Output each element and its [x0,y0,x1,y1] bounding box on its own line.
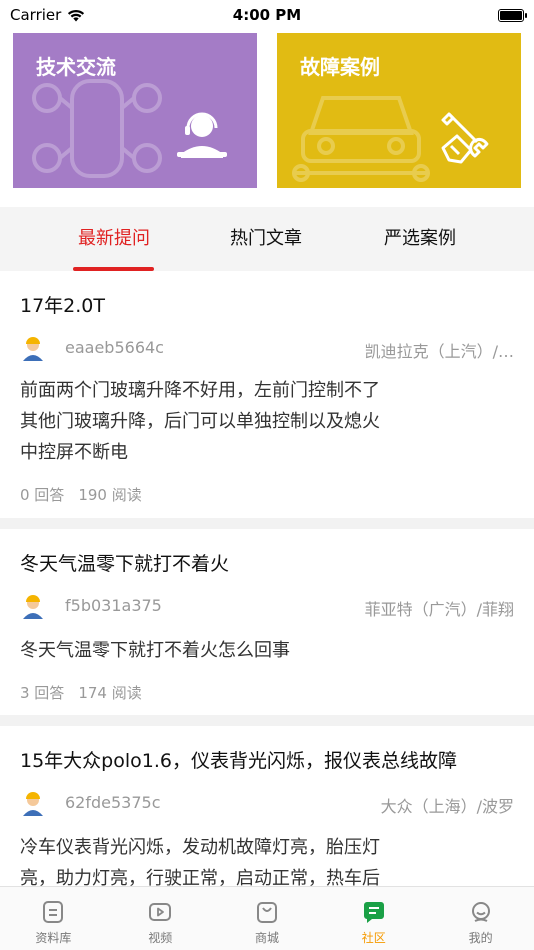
carrier-label: Carrier [10,6,62,24]
post-body-line: 中控屏不断电 [20,442,128,463]
tabbar-label: 商城 [254,931,279,945]
car-model: 菲亚特（广汽）/菲翔 [364,600,514,619]
tabbar-item-library[interactable]: 资料库 [0,887,107,950]
battery-icon [498,8,527,22]
status-left: Carrier [10,6,85,24]
post-body-line: 其他门玻璃升降，后门可以单独控制以及熄火 [20,411,380,432]
post-title: 冬天气温零下就打不着火 [20,553,230,575]
answer-count: 0 回答 [20,486,65,504]
card-title: 故障案例 [300,55,380,79]
post-body: 冬天气温零下就打不着火怎么回事 [20,635,440,666]
avatar [23,792,43,816]
tabbar-label: 视频 [148,931,173,945]
list-item[interactable]: 17年2.0T eaaeb5664c 凯迪拉克（上汽）/… 前面两个门玻璃升降不… [0,271,534,518]
video-icon [149,903,172,921]
card-title: 技术交流 [36,55,116,79]
post-body-line: 冬天气温零下就打不着火怎么回事 [20,640,290,661]
tab-selected-cases[interactable]: 严选案例 [363,207,477,271]
fault-case-card[interactable]: 故障案例 [277,33,521,188]
wifi-icon [68,9,85,21]
tabbar-label: 我的 [468,931,493,945]
car-model: 凯迪拉克（上汽）/… [364,342,514,361]
technician-headset-icon [177,112,227,158]
author-name: f5b031a375 [65,596,162,615]
post-body: 前面两个门玻璃升降不好用，左前门控制不了 其他门玻璃升降，后门可以单独控制以及熄… [20,375,440,468]
content-tabs: 最新提问 热门文章 严选案例 [0,207,534,271]
category-cards: 技术交流 故障案例 [13,33,521,188]
author-name: 62fde5375c [65,793,161,812]
bottom-tab-bar: 资料库 视频 商城 社区 我的 [0,886,534,950]
list-item[interactable]: 15年大众polo1.6，仪表背光闪烁，报仪表总线故障 62fde5375c 大… [0,726,534,886]
tabbar-item-mall[interactable]: 商城 [214,887,321,950]
chat-icon [363,902,384,923]
post-body-line: 亮，助力灯亮，行驶正常，启动正常，热车后 [20,868,380,886]
tab-latest-questions[interactable]: 最新提问 [57,207,171,271]
profile-icon [471,902,490,922]
post-body-line: 冷车仪表背光闪烁，发动机故障灯亮，胎压灯 [20,837,380,858]
tabbar-label: 资料库 [35,931,72,945]
wrench-hand-icon [441,112,489,164]
car-model: 大众（上海）/波罗 [380,797,514,816]
tabbar-item-mine[interactable]: 我的 [427,887,534,950]
document-icon [43,901,64,923]
read-count: 174 阅读 [78,684,142,702]
status-bar: Carrier 4:00 PM [0,0,534,30]
author-name: eaaeb5664c [65,338,164,357]
post-stats: 0 回答 190 阅读 [20,484,142,505]
list-item[interactable]: 冬天气温零下就打不着火 f5b031a375 菲亚特（广汽）/菲翔 冬天气温零下… [0,529,534,715]
tab-popular-articles[interactable]: 热门文章 [209,207,323,271]
post-stats: 3 回答 174 阅读 [20,682,142,703]
tabbar-item-community[interactable]: 社区 [320,887,427,950]
divider [0,715,534,726]
tabbar-item-video[interactable]: 视频 [107,887,214,950]
post-body-line: 前面两个门玻璃升降不好用，左前门控制不了 [20,380,380,401]
answer-count: 3 回答 [20,684,65,702]
post-body: 冷车仪表背光闪烁，发动机故障灯亮，胎压灯 亮，助力灯亮，行驶正常，启动正常，热车… [20,832,440,886]
post-title: 15年大众polo1.6，仪表背光闪烁，报仪表总线故障 [20,750,457,772]
shopping-bag-icon [256,902,277,923]
read-count: 190 阅读 [78,486,142,504]
tabbar-label: 社区 [361,931,386,945]
post-title: 17年2.0T [20,295,105,317]
car-wrench-icon [292,96,430,182]
divider [0,518,534,529]
avatar [23,595,43,619]
tech-exchange-card[interactable]: 技术交流 [13,33,257,188]
car-chassis-icon [32,79,162,178]
avatar [23,337,43,361]
